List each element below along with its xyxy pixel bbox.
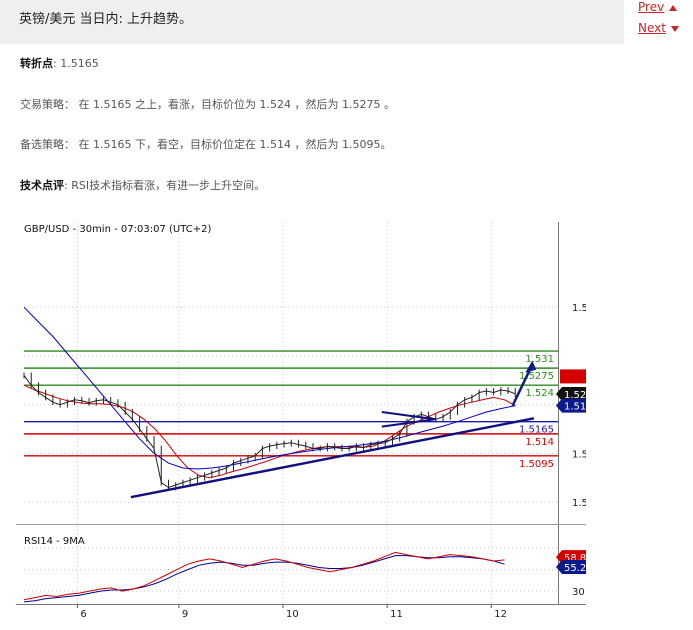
rsi-ma-tag-text: 55.2083 [564, 563, 586, 574]
level-label-2: 1.524 [525, 388, 554, 399]
alternative-paragraph: 备选策略： 在 1.5165 下，看空，目标价位定在 1.514 ，然后为 1.… [20, 138, 392, 151]
panel-divider [16, 524, 586, 525]
time-axis-line [16, 604, 586, 605]
price-tick-label: 1.51 [572, 449, 586, 460]
level-label-4: 1.514 [525, 437, 554, 448]
triangle-pattern [381, 411, 436, 428]
triangle-up-icon [669, 4, 678, 11]
price-tick-label: 1.54 [572, 303, 586, 314]
prev-link[interactable]: Prev [638, 0, 678, 14]
comment-text: : RSI技术指标看涨，有进一步上升空间。 [64, 179, 266, 192]
next-link-label: Next [638, 21, 666, 35]
level-label-5: 1.5095 [519, 459, 554, 470]
ma-red-line [23, 384, 516, 479]
comment-paragraph: 技术点评: RSI技术指标看涨，有进一步上升空间。 [20, 177, 265, 193]
rsi-ma-tag: 55.2083 [556, 560, 605, 575]
strategy-paragraph: 交易策略： 在 1.5165 之上，看涨，目标价位为 1.524 ，然后为 1.… [20, 98, 395, 111]
rsi-title: RSI14 - 9MA [24, 536, 85, 547]
time-tick-label: 6 [80, 609, 86, 620]
top-tag-bg [560, 369, 604, 384]
time-tick-label: 12 [494, 609, 507, 620]
triangle-down-icon [670, 25, 679, 32]
rsi-line [23, 551, 505, 601]
pivot-value: : 1.5165 [53, 57, 99, 70]
page-title: 英镑/美元 当日内: 上升趋势。 [19, 12, 193, 27]
chart-title: GBP/USD - 30min - 07:03:07 (UTC+2) [24, 224, 211, 235]
rsi-ma-line [23, 555, 505, 603]
price-tick-label: 1.50 [572, 498, 586, 509]
chart-canvas: 1.5311.52751.5241.51651.5141.5095 1.501.… [16, 222, 605, 620]
next-link[interactable]: Next [638, 21, 679, 35]
time-tick-label: 10 [286, 609, 299, 620]
ma-price-tag: 1.5198 [556, 398, 604, 413]
prev-link-label: Prev [638, 0, 665, 14]
time-tick-label: 11 [390, 609, 403, 620]
price-axis-line [558, 222, 559, 604]
comment-label: 技术点评 [20, 179, 64, 192]
pivot-label: 转折点 [20, 57, 53, 70]
time-tick-label: 9 [182, 609, 188, 620]
trendline [130, 417, 535, 499]
ma-price-tag-text: 1.5198 [564, 402, 586, 413]
level-label-0: 1.531 [525, 354, 554, 365]
rsi-tick-label: 30 [572, 587, 585, 598]
gbpusd-chart: 1.5311.52751.5241.51651.5141.5095 1.501.… [16, 214, 605, 626]
pivot-paragraph: 转折点: 1.5165 [20, 55, 99, 71]
